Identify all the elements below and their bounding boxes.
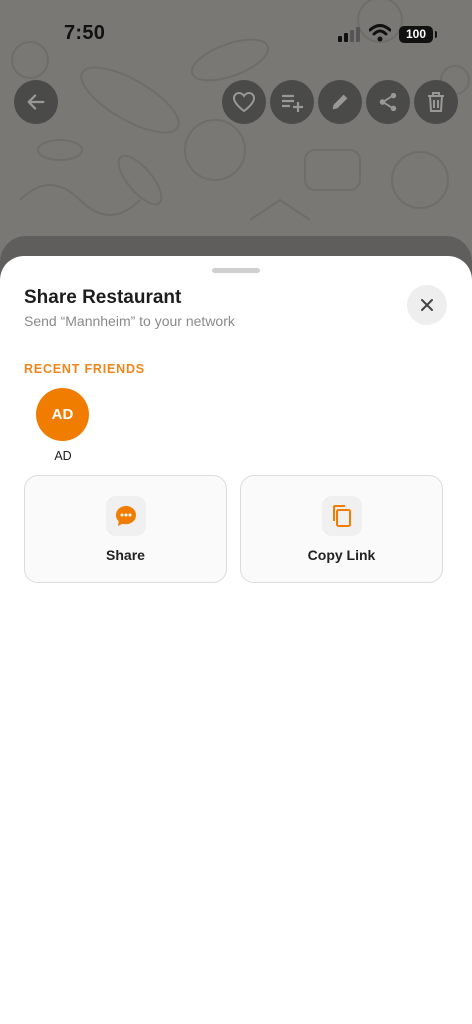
delete-button[interactable] (414, 80, 458, 124)
add-to-list-button[interactable] (270, 80, 314, 124)
sheet-subtitle: Send “Mannheim” to your network (24, 313, 235, 329)
status-time: 7:50 (64, 22, 106, 44)
favorite-button[interactable] (222, 80, 266, 124)
friend-item[interactable]: AD AD (36, 388, 90, 463)
share-button[interactable] (366, 80, 410, 124)
back-button[interactable] (14, 80, 58, 124)
recent-friends-label: RECENT FRIENDS (24, 362, 145, 376)
close-button[interactable] (407, 285, 447, 325)
copy-icon (322, 496, 362, 536)
cellular-signal-icon (338, 27, 360, 42)
share-sheet: Share Restaurant Send “Mannheim” to your… (0, 256, 472, 1024)
playlist-add-icon (282, 94, 303, 112)
copy-link-action-button[interactable]: Copy Link (240, 475, 443, 583)
close-icon (421, 299, 433, 311)
status-bar: 7:50 100 (0, 0, 472, 70)
battery-indicator: 100 (399, 26, 437, 43)
wifi-icon (369, 24, 391, 42)
sheet-drag-handle[interactable] (212, 268, 260, 273)
share-action-button[interactable]: Share (24, 475, 227, 583)
share-icon (379, 92, 397, 112)
back-arrow-icon (27, 94, 45, 110)
heart-icon (232, 91, 256, 113)
sheet-title: Share Restaurant (24, 287, 182, 308)
edit-button[interactable] (318, 80, 362, 124)
edit-pencil-icon (332, 94, 348, 110)
avatar: AD (36, 388, 89, 441)
share-action-label: Share (106, 547, 145, 563)
trash-icon (428, 92, 444, 112)
friend-name: AD (54, 449, 72, 463)
copy-link-action-label: Copy Link (307, 547, 376, 563)
chat-bubble-icon (106, 496, 146, 536)
